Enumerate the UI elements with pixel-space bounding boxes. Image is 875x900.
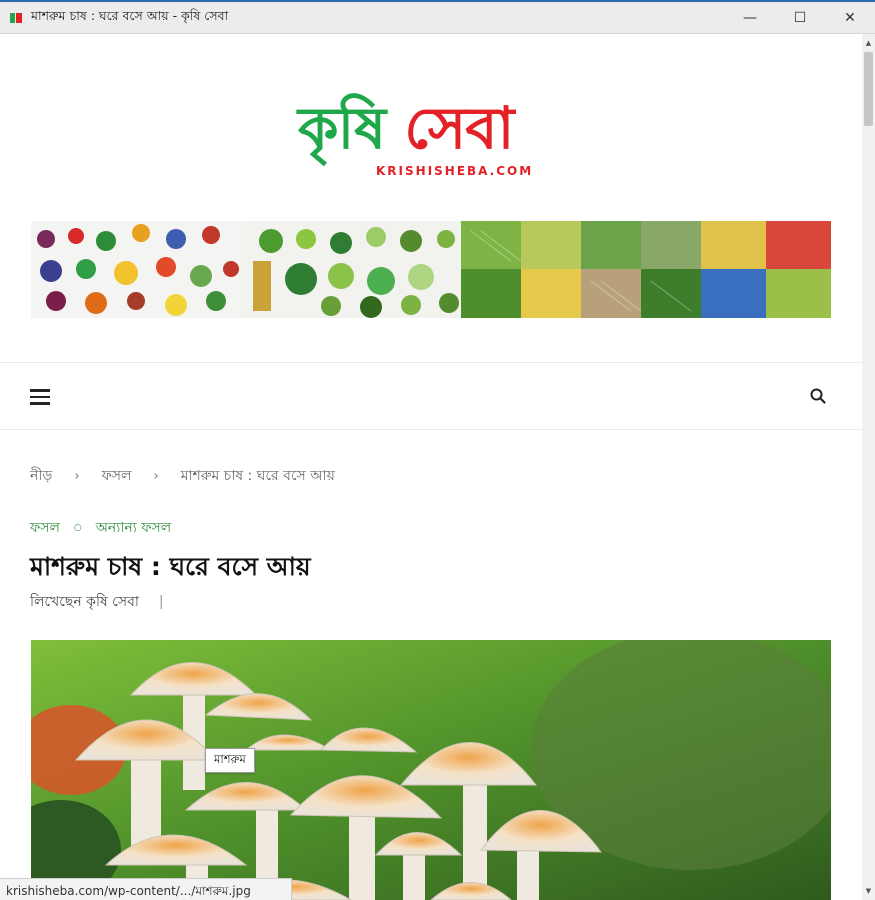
maximize-button[interactable]: ☐	[775, 2, 825, 33]
category-link-other-crops[interactable]: অন্যান্য ফসল	[96, 516, 171, 540]
image-tooltip: মাশরুম	[205, 748, 255, 773]
site-favicon-icon	[8, 10, 24, 26]
header-banner-image[interactable]	[31, 221, 831, 318]
window-title-bar: মাশরুম চাষ : ঘরে বসে আয় - কৃষি সেবা — ☐…	[0, 0, 875, 34]
nav-divider	[0, 429, 862, 430]
logo-subtitle: KRISHISHEBA.COM	[376, 164, 534, 178]
breadcrumb: নীড় › ফসল › মাশরুম চাষ : ঘরে বসে আয়	[30, 464, 335, 488]
site-logo[interactable]: কৃষি সেবা KRISHISHEBA.COM	[298, 78, 568, 188]
featured-image[interactable]	[31, 640, 831, 900]
breadcrumb-separator: ›	[153, 468, 159, 484]
post-categories: ফসল ○ অন্যান্য ফসল	[30, 516, 171, 540]
breadcrumb-current: মাশরুম চাষ : ঘরে বসে আয়	[180, 468, 335, 484]
category-link-crops[interactable]: ফসল	[30, 516, 60, 540]
category-separator: ○	[73, 523, 82, 533]
logo-text-sheba: সেবা	[404, 94, 514, 162]
vertical-scrollbar[interactable]: ▲ ▼	[862, 34, 875, 900]
hamburger-menu-icon[interactable]	[30, 386, 52, 408]
scroll-down-arrow-icon[interactable]: ▼	[862, 884, 875, 898]
window-title: মাশরুম চাষ : ঘরে বসে আয় - কৃষি সেবা	[31, 7, 229, 23]
page-viewport: কৃষি সেবা KRISHISHEBA.COM নীড় › ফসল › ম…	[0, 34, 862, 900]
search-icon[interactable]	[809, 387, 829, 407]
breadcrumb-separator: ›	[74, 468, 80, 484]
window-controls: — ☐ ✕	[725, 2, 875, 33]
minimize-button[interactable]: —	[725, 2, 775, 33]
scroll-up-arrow-icon[interactable]: ▲	[862, 36, 875, 50]
logo-text: কৃষি সেবা	[298, 78, 514, 178]
logo-text-krishi: কৃষি	[298, 94, 386, 162]
post-title: মাশরুম চাষ : ঘরে বসে আয়	[30, 552, 311, 581]
mushroom-image-graphic	[31, 640, 831, 900]
header-divider	[0, 362, 862, 363]
breadcrumb-home-link[interactable]: নীড়	[30, 464, 52, 488]
status-bar-url: krishisheba.com/wp-content/.../মাশরুম.jp…	[0, 878, 292, 900]
byline-separator: |	[158, 594, 164, 610]
breadcrumb-category-link[interactable]: ফসল	[102, 464, 132, 488]
banner-graphic	[31, 221, 831, 318]
post-byline: লিখেছেন কৃষি সেবা |	[30, 590, 164, 614]
close-button[interactable]: ✕	[825, 2, 875, 33]
scrollbar-thumb[interactable]	[864, 52, 873, 126]
byline-author[interactable]: লিখেছেন কৃষি সেবা	[30, 590, 139, 614]
